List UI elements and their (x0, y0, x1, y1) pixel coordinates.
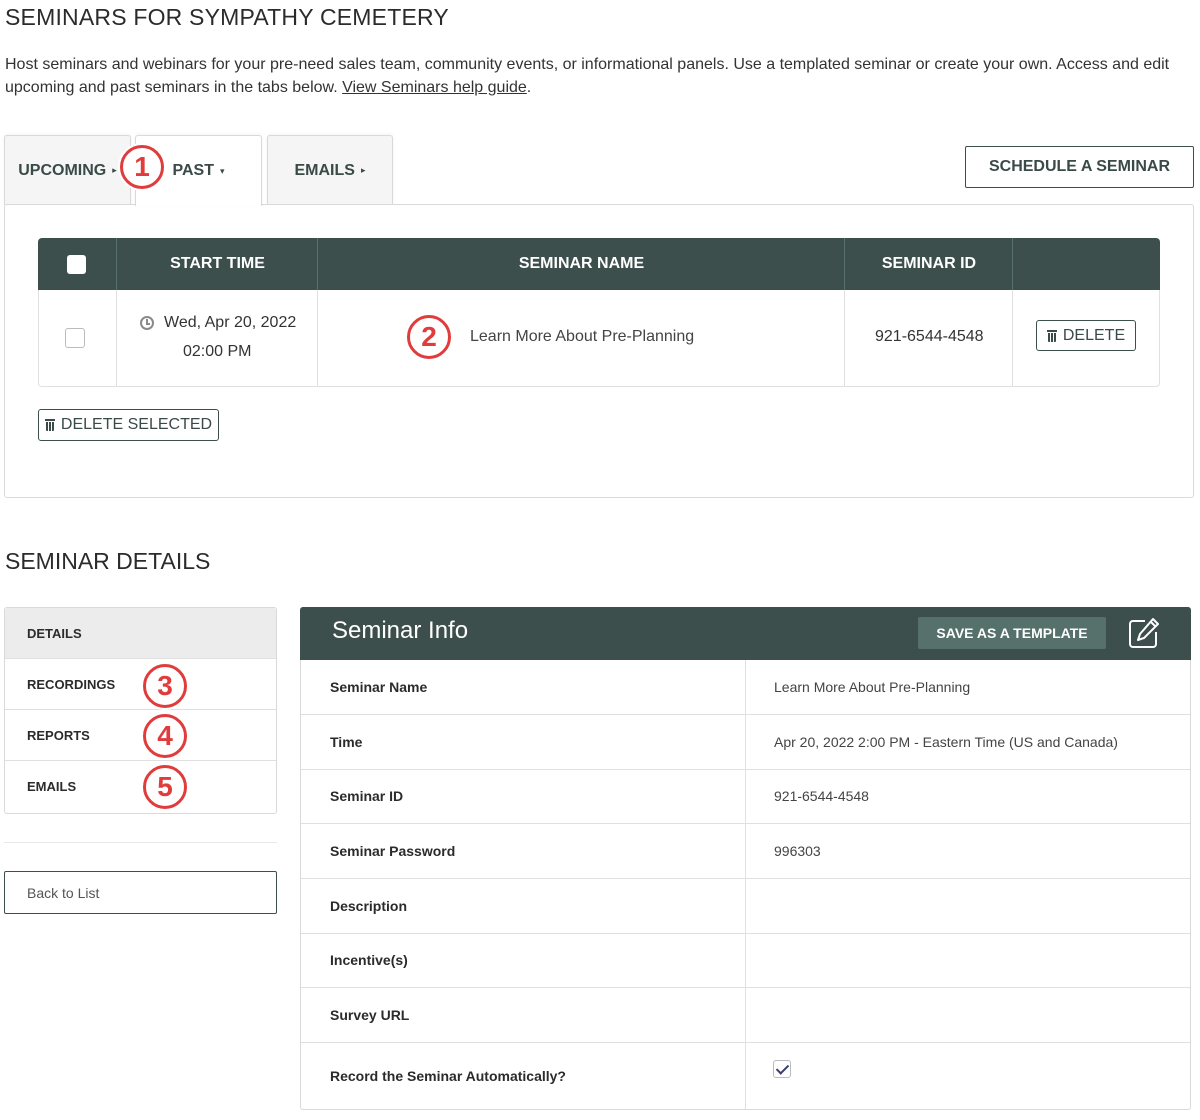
header-divider (116, 238, 117, 290)
annotation-badge-1: 1 (120, 145, 164, 189)
sidebar-item-details[interactable]: DETAILS (5, 608, 276, 659)
caret-down-icon: ▾ (219, 165, 225, 176)
annotation-badge-2: 2 (407, 315, 451, 359)
tab-emails-label: EMAILS (294, 161, 355, 179)
row-divider (844, 290, 845, 387)
header-divider (1012, 238, 1013, 290)
intro-end: . (526, 79, 532, 96)
info-value-seminar-password: 996303 (774, 843, 821, 859)
info-label-incentives: Incentive(s) (330, 952, 408, 968)
header-seminar-id[interactable]: SEMINAR ID (845, 238, 1013, 290)
info-label-record-automatically: Record the Seminar Automatically? (330, 1068, 566, 1084)
divider (4, 842, 277, 843)
help-guide-link[interactable]: View Seminars help guide (342, 79, 527, 96)
row-seminar-id: 921-6544-4548 (875, 328, 984, 345)
info-label-survey-url: Survey URL (330, 1007, 410, 1023)
trash-icon (1046, 329, 1057, 342)
edit-icon[interactable] (1127, 616, 1161, 650)
caret-right-icon: ▸ (112, 165, 117, 175)
info-row (301, 660, 1190, 715)
clock-icon (140, 316, 154, 330)
caret-right-icon: ▸ (360, 165, 366, 175)
row-start-date: Wed, Apr 20, 2022 (164, 314, 297, 331)
info-row (301, 988, 1190, 1043)
info-label-time: Time (330, 734, 363, 750)
back-to-list-button[interactable]: Back to List (4, 871, 277, 914)
page-title: SEMINARS FOR SYMPATHY CEMETERY (5, 4, 449, 30)
sidebar-item-emails[interactable]: EMAILS (5, 761, 276, 812)
delete-selected-button[interactable]: DELETE SELECTED (38, 409, 219, 441)
header-divider (317, 238, 318, 290)
save-as-template-button[interactable]: SAVE AS A TEMPLATE (918, 617, 1106, 649)
trash-icon (44, 419, 55, 431)
info-label-seminar-name: Seminar Name (330, 679, 428, 695)
row-start-time: 02:00 PM (183, 343, 252, 360)
row-seminar-name[interactable]: Learn More About Pre-Planning (470, 328, 694, 346)
intro-text: Host seminars and webinars for your pre-… (5, 53, 1190, 99)
tab-emails[interactable]: EMAILS ▸ (267, 135, 393, 205)
row-divider (317, 290, 318, 387)
delete-button[interactable]: DELETE (1036, 320, 1136, 351)
row-checkbox[interactable] (65, 328, 85, 348)
info-label-seminar-password: Seminar Password (330, 843, 456, 859)
delete-label: DELETE (1062, 326, 1126, 344)
row-divider (1012, 290, 1013, 387)
annotation-badge-4: 4 (143, 714, 187, 758)
seminar-info-title: Seminar Info (332, 617, 469, 644)
select-all-checkbox[interactable] (67, 255, 86, 274)
annotation-badge-3: 3 (143, 664, 187, 708)
sidebar-item-reports[interactable]: REPORTS (5, 710, 276, 761)
delete-selected-label: DELETE SELECTED (60, 416, 213, 433)
header-start-time[interactable]: START TIME (117, 238, 318, 290)
info-value-seminar-id: 921-6544-4548 (774, 788, 869, 804)
info-row (301, 934, 1190, 988)
schedule-seminar-button[interactable]: SCHEDULE A SEMINAR (965, 146, 1194, 188)
tab-past-label: PAST (172, 162, 214, 179)
info-label-seminar-id: Seminar ID (330, 788, 404, 804)
info-label-description: Description (330, 898, 408, 914)
tab-upcoming[interactable]: UPCOMING ▸ (4, 135, 131, 205)
tab-upcoming-label: UPCOMING (18, 161, 107, 179)
info-row (301, 879, 1190, 934)
sidebar-item-recordings[interactable]: RECORDINGS (5, 659, 276, 710)
row-divider (116, 290, 117, 387)
section-title: SEMINAR DETAILS (5, 548, 211, 574)
info-value-time: Apr 20, 2022 2:00 PM - Eastern Time (US … (774, 734, 1118, 750)
intro-body: Host seminars and webinars for your pre-… (5, 56, 1170, 96)
annotation-badge-5: 5 (143, 765, 187, 809)
info-row (301, 770, 1190, 824)
info-value-seminar-name: Learn More About Pre-Planning (774, 679, 971, 695)
header-divider (844, 238, 845, 290)
record-automatically-checkbox[interactable] (773, 1060, 791, 1078)
header-seminar-name[interactable]: SEMINAR NAME (318, 238, 845, 290)
